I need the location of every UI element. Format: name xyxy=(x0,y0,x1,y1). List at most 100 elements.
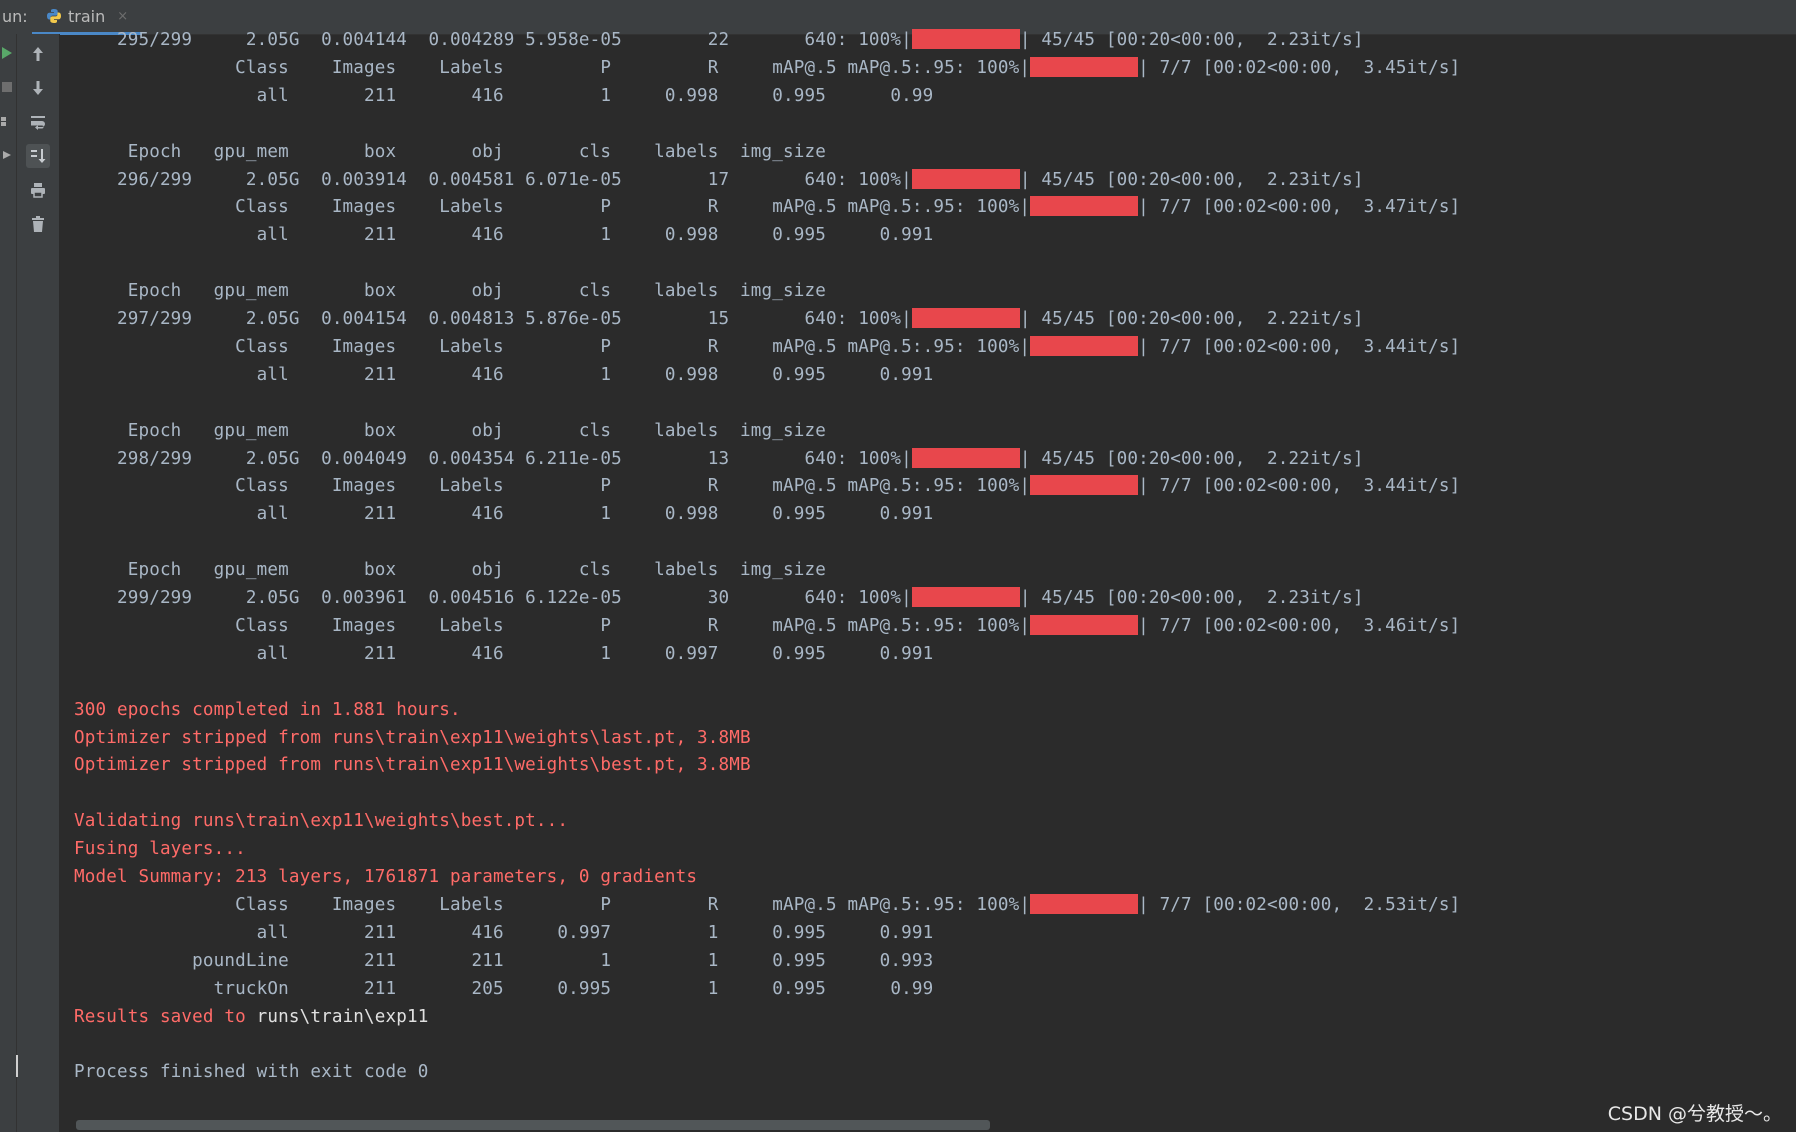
watermark: CSDN @兮教授～。 xyxy=(1607,1103,1782,1125)
console-line-text: Epoch gpu_mem box obj cls labels img_siz… xyxy=(74,420,826,441)
console-line-text: Model Summary: 213 layers, 1761871 param… xyxy=(74,867,698,887)
console-line-text: Class Images Labels P R mAP@.5 mAP@.5:.9… xyxy=(74,197,1031,218)
console-line-text: all 211 416 0.997 1 0.995 0.991 xyxy=(74,922,934,943)
progress-bar xyxy=(1030,893,1139,914)
progress-stats: | 7/7 [00:02<00:00, 3.44it/s] xyxy=(1138,476,1461,497)
progress-stats: | 45/45 [00:20<00:00, 2.23it/s] xyxy=(1019,588,1364,608)
console-line: 300 epochs completed in 1.881 hours. xyxy=(74,696,461,724)
console-line-text: Epoch gpu_mem box obj cls labels img_siz… xyxy=(74,560,826,581)
console-line: Class Images Labels P R mAP@.5 mAP@.5:.9… xyxy=(74,891,1460,919)
console-line: Epoch gpu_mem box obj cls labels img_siz… xyxy=(74,138,826,166)
console-line: Epoch gpu_mem box obj cls labels img_siz… xyxy=(74,277,826,305)
console-line: Epoch gpu_mem box obj cls labels img_siz… xyxy=(74,417,826,445)
console-line: 299/299 2.05G 0.003961 0.004516 6.122e-0… xyxy=(74,584,1364,612)
progress-stats: | 45/45 [00:20<00:00, 2.22it/s] xyxy=(1019,448,1364,469)
print-icon[interactable] xyxy=(26,178,50,202)
console-line-text: poundLine 211 211 1 1 0.995 0.993 xyxy=(74,950,934,971)
tab-label: train xyxy=(68,6,106,26)
console-line: Results saved to runs\train\exp11 xyxy=(74,1003,429,1031)
console-line: poundLine 211 211 1 1 0.995 0.993 xyxy=(74,947,933,975)
console-output[interactable]: 295/299 2.05G 0.004144 0.004289 5.958e-0… xyxy=(60,29,1796,1124)
up-arrow-icon[interactable] xyxy=(26,42,50,66)
console-line: all 211 416 1 0.998 0.995 0.991 xyxy=(74,221,934,249)
console-line-text: Class Images Labels P R mAP@.5 mAP@.5:.9… xyxy=(74,894,1031,915)
progress-bar xyxy=(1030,196,1139,217)
console-line-text: 297/299 2.05G 0.004154 0.004813 5.876e-0… xyxy=(74,309,912,329)
console-line-text: Validating runs\train\exp11\weights\best… xyxy=(74,811,569,832)
scroll-to-end-icon[interactable] xyxy=(26,144,50,168)
results-path: runs\train\exp11 xyxy=(256,1006,429,1027)
console-line: all 211 416 1 0.998 0.995 0.991 xyxy=(74,500,934,528)
progress-bar xyxy=(911,308,1020,328)
progress-bar xyxy=(911,587,1020,607)
console-line-text: truckOn 211 205 0.995 1 0.995 0.99 xyxy=(74,978,934,999)
console-line: 298/299 2.05G 0.004049 0.004354 6.211e-0… xyxy=(74,445,1364,473)
left-gutter-strip xyxy=(0,34,17,1132)
console-line: all 211 416 1 0.998 0.995 0.991 xyxy=(74,361,934,389)
console-line: Fusing layers... xyxy=(74,835,246,863)
console-line: 296/299 2.05G 0.003914 0.004581 6.071e-0… xyxy=(74,166,1364,194)
console-line-text: Epoch gpu_mem box obj cls labels img_siz… xyxy=(74,141,826,162)
console-line: all 211 416 1 0.997 0.995 0.991 xyxy=(74,640,934,668)
progress-stats: | 7/7 [00:02<00:00, 3.46it/s] xyxy=(1138,615,1461,636)
progress-bar xyxy=(1030,614,1139,635)
down-arrow-icon[interactable] xyxy=(26,76,50,100)
console-line: Class Images Labels P R mAP@.5 mAP@.5:.9… xyxy=(74,472,1460,500)
stop-icon[interactable] xyxy=(0,80,14,94)
layout-icon[interactable] xyxy=(0,114,14,128)
soft-wrap-icon[interactable] xyxy=(26,110,50,134)
console-line-text: Results saved to xyxy=(74,1006,257,1027)
progress-stats: | 7/7 [00:02<00:00, 2.53it/s] xyxy=(1138,894,1461,915)
python-icon xyxy=(47,9,61,23)
console-line-text: 298/299 2.05G 0.004049 0.004354 6.211e-0… xyxy=(74,448,912,469)
console-line-text: Optimizer stripped from runs\train\exp11… xyxy=(74,755,751,776)
console-line-text: all 211 416 1 0.998 0.995 0.991 xyxy=(74,225,934,246)
progress-bar xyxy=(911,29,1020,49)
console-line-text: 300 epochs completed in 1.881 hours. xyxy=(74,699,461,720)
console-line-text: Process finished with exit code 0 xyxy=(74,1062,429,1083)
console-line-text: 299/299 2.05G 0.003961 0.004516 6.122e-0… xyxy=(74,588,912,608)
trash-icon[interactable] xyxy=(26,212,50,236)
progress-bar xyxy=(1030,475,1139,496)
console-line-text: Class Images Labels P R mAP@.5 mAP@.5:.9… xyxy=(74,336,1031,357)
run-icon[interactable] xyxy=(0,46,14,60)
progress-bar xyxy=(911,447,1020,468)
console-line-text: all 211 416 1 0.997 0.995 0.991 xyxy=(74,643,934,664)
console-line: Model Summary: 213 layers, 1761871 param… xyxy=(74,863,697,891)
console-line: Validating runs\train\exp11\weights\best… xyxy=(74,807,568,835)
console-line-text: Fusing layers... xyxy=(74,839,246,860)
console-line: all 211 416 1 0.998 0.995 0.99 xyxy=(74,82,934,110)
pin-icon[interactable] xyxy=(0,148,14,162)
console-line-text: 295/299 2.05G 0.004144 0.004289 5.958e-0… xyxy=(74,30,912,50)
console-line-text: all 211 416 1 0.998 0.995 0.991 xyxy=(74,504,934,525)
console-line: Epoch gpu_mem box obj cls labels img_siz… xyxy=(74,556,826,584)
console-line-text: all 211 416 1 0.998 0.995 0.991 xyxy=(74,364,934,385)
console-line: Class Images Labels P R mAP@.5 mAP@.5:.9… xyxy=(74,612,1460,640)
progress-stats: | 7/7 [00:02<00:00, 3.44it/s] xyxy=(1138,336,1461,357)
console-line-text: Epoch gpu_mem box obj cls labels img_siz… xyxy=(74,281,826,302)
progress-bar xyxy=(1030,56,1139,77)
console-line: Class Images Labels P R mAP@.5 mAP@.5:.9… xyxy=(74,333,1460,361)
console-line: 297/299 2.05G 0.004154 0.004813 5.876e-0… xyxy=(74,305,1364,333)
horizontal-scrollbar[interactable] xyxy=(76,1120,990,1130)
progress-bar xyxy=(1030,335,1139,356)
console-line: all 211 416 0.997 1 0.995 0.991 xyxy=(74,919,934,947)
console-line: Class Images Labels P R mAP@.5 mAP@.5:.9… xyxy=(74,54,1460,82)
console-toolbar xyxy=(17,34,60,1132)
text-cursor xyxy=(16,1055,18,1077)
console-line-text: Optimizer stripped from runs\train\exp11… xyxy=(74,727,751,748)
progress-stats: | 7/7 [00:02<00:00, 3.47it/s] xyxy=(1138,197,1461,218)
tab-close-icon[interactable]: × xyxy=(117,9,128,24)
console-line: Process finished with exit code 0 xyxy=(74,1058,429,1086)
console-line: 295/299 2.05G 0.004144 0.004289 5.958e-0… xyxy=(74,26,1364,54)
progress-stats: | 45/45 [00:20<00:00, 2.22it/s] xyxy=(1019,309,1364,329)
console-line: Optimizer stripped from runs\train\exp11… xyxy=(74,751,751,779)
console-line-text: all 211 416 1 0.998 0.995 0.99 xyxy=(74,85,934,106)
progress-stats: | 45/45 [00:20<00:00, 2.23it/s] xyxy=(1019,169,1364,190)
console-line-text: 296/299 2.05G 0.003914 0.004581 6.071e-0… xyxy=(74,169,912,190)
console-line-text: Class Images Labels P R mAP@.5 mAP@.5:.9… xyxy=(74,476,1031,497)
progress-stats: | 7/7 [00:02<00:00, 3.45it/s] xyxy=(1138,57,1461,78)
progress-stats: | 45/45 [00:20<00:00, 2.23it/s] xyxy=(1019,30,1364,50)
console-line: truckOn 211 205 0.995 1 0.995 0.99 xyxy=(74,975,934,1003)
console-line: Class Images Labels P R mAP@.5 mAP@.5:.9… xyxy=(74,193,1460,221)
